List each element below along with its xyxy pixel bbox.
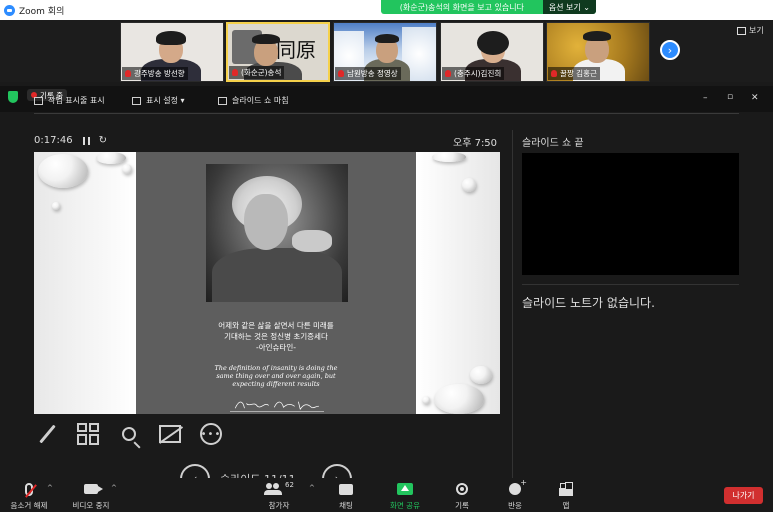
view-options-button[interactable]: 옵션 보기 ⌄	[542, 0, 596, 14]
record-button[interactable]: 기록	[450, 480, 474, 511]
participant-tile[interactable]: 광주방송 방선향	[120, 22, 224, 82]
restore-button[interactable]: ▫	[727, 92, 733, 102]
participants-button[interactable]: 62 참가자	[262, 480, 296, 511]
participant-name: 꿀짱 김홍근	[548, 67, 600, 80]
video-camera-icon	[84, 484, 103, 494]
share-screen-icon	[397, 483, 413, 495]
chevron-down-icon: ⌄	[583, 2, 590, 12]
einstein-portrait	[206, 164, 348, 302]
taskbar-icon	[34, 96, 43, 105]
water-drop	[434, 384, 484, 414]
show-taskbar-button[interactable]: 작업 표시줄 표시	[34, 95, 105, 106]
water-drop	[470, 366, 492, 384]
shield-icon	[8, 91, 18, 103]
participants-count: 62	[285, 481, 294, 489]
share-screen-button[interactable]: 화면 공유	[386, 480, 424, 511]
magnifier-icon	[122, 427, 136, 441]
participant-name: 남원방송 정영상	[335, 67, 401, 80]
stop-video-button[interactable]: 비디오 중지	[68, 480, 114, 511]
slide-left-panel	[34, 152, 136, 414]
gallery-next-button[interactable]: ›	[660, 40, 680, 60]
close-button[interactable]: ✕	[751, 93, 759, 103]
water-drop	[122, 164, 132, 174]
view-options-label: 옵션 보기	[548, 2, 581, 12]
meeting-controls: 음소거 해제 ^ 비디오 중지 ^ 62 참가자 ^ 채팅 화면 공유 기록 반…	[0, 478, 773, 512]
end-slideshow-button[interactable]: 슬라이드 쇼 마침	[218, 95, 289, 106]
mic-muted-icon	[338, 70, 344, 77]
chat-icon	[339, 483, 353, 495]
screen-off-icon	[159, 425, 181, 443]
elapsed-time: 0:17:46	[34, 135, 73, 146]
pane-splitter[interactable]	[512, 130, 513, 490]
pen-tool-button[interactable]	[34, 421, 60, 447]
mic-off-icon	[25, 482, 33, 496]
gallery-strip: 광주방송 방선향 同原 (화순군)송석 남원방송 정영상 (충주시)김진희 꿀짱…	[0, 20, 773, 82]
current-slide: 어제와 같은 삶을 살면서 다른 미래를 기대하는 것은 정신병 초기증세다 -…	[34, 152, 500, 414]
view-label: 보기	[749, 26, 764, 35]
leave-meeting-button[interactable]: 나가기	[724, 487, 763, 504]
zoom-window: Zoom 회의 (화순군)송석의 화면을 보고 있습니다 옵션 보기 ⌄ 광주방…	[0, 0, 773, 512]
mic-muted-icon	[551, 70, 557, 77]
tile-background-text: 同原	[276, 38, 316, 62]
monitor-icon	[132, 96, 141, 105]
slide-korean-quote: 어제와 같은 삶을 살면서 다른 미래를 기대하는 것은 정신병 초기증세다 -…	[218, 321, 334, 352]
participant-tile-active[interactable]: 同原 (화순군)송석	[226, 22, 330, 82]
water-drop	[432, 152, 466, 162]
participant-tile[interactable]: (충주시)김진희	[440, 22, 544, 82]
black-screen-button[interactable]	[157, 421, 183, 447]
pen-icon	[38, 424, 56, 444]
emoji-icon	[509, 478, 527, 495]
participant-name: (화순군)송석	[229, 66, 285, 79]
participants-options-caret[interactable]: ^	[309, 484, 315, 492]
record-icon	[456, 483, 468, 495]
einstein-signature	[230, 401, 324, 412]
more-icon: •••	[200, 423, 222, 445]
more-options-button[interactable]: •••	[198, 421, 224, 447]
participant-name: (충주시)김진희	[442, 67, 505, 80]
audio-options-caret[interactable]: ^	[47, 484, 53, 492]
reactions-button[interactable]: 반응	[503, 478, 527, 511]
participants-icon	[264, 483, 283, 495]
zoom-slide-button[interactable]	[116, 421, 142, 447]
mic-muted-icon	[125, 70, 131, 77]
mic-muted-icon	[232, 69, 238, 76]
next-slide-title: 슬라이드 쇼 끝	[522, 138, 584, 149]
slideshow-timer: 0:17:46 ↻	[34, 135, 107, 146]
chat-button[interactable]: 채팅	[334, 480, 358, 511]
display-settings-button[interactable]: 표시 설정 ▾	[132, 95, 185, 106]
reset-timer-icon[interactable]: ↻	[99, 135, 107, 146]
view-button[interactable]: 보기	[737, 25, 764, 36]
share-banner: (화순군)송석의 화면을 보고 있습니다 옵션 보기 ⌄	[381, 0, 596, 14]
zoom-logo-icon	[4, 4, 15, 16]
notes-divider	[522, 284, 739, 285]
water-drop	[462, 178, 476, 192]
pause-icon[interactable]	[82, 136, 90, 145]
share-banner-message: (화순군)송석의 화면을 보고 있습니다	[399, 2, 525, 12]
slideshow-icon	[218, 96, 227, 105]
next-slide-preview[interactable]	[522, 153, 739, 275]
share-toolbar: 기록 중 작업 표시줄 표시 표시 설정 ▾ 슬라이드 쇼 마침 – ▫ ✕	[0, 86, 773, 112]
apps-icon	[560, 483, 572, 495]
minimize-button[interactable]: –	[703, 93, 708, 103]
water-drop	[38, 154, 88, 188]
unmute-button[interactable]: 음소거 해제	[6, 480, 52, 511]
participant-name: 광주방송 방선향	[122, 67, 188, 80]
slides-grid-icon	[77, 423, 99, 445]
water-drop	[422, 396, 430, 404]
slide-english-quote: The definition of insanity is doing the …	[214, 364, 338, 388]
video-options-caret[interactable]: ^	[111, 484, 117, 492]
window-title: Zoom 회의	[19, 6, 65, 17]
presenter-tools: •••	[34, 420, 239, 448]
mic-muted-icon	[445, 70, 451, 77]
presenter-divider	[34, 113, 739, 114]
clock: 오후 7:50	[453, 138, 498, 149]
chevron-right-icon: ›	[667, 43, 673, 57]
see-all-slides-button[interactable]	[75, 421, 101, 447]
speaker-notes[interactable]: 슬라이드 노트가 없습니다.	[522, 294, 655, 311]
participant-tile[interactable]: 남원방송 정영상	[333, 22, 437, 82]
participant-tile[interactable]: 꿀짱 김홍근	[546, 22, 650, 82]
water-drop	[52, 202, 60, 210]
water-drop	[96, 152, 126, 164]
apps-button[interactable]: 앱	[556, 480, 576, 511]
